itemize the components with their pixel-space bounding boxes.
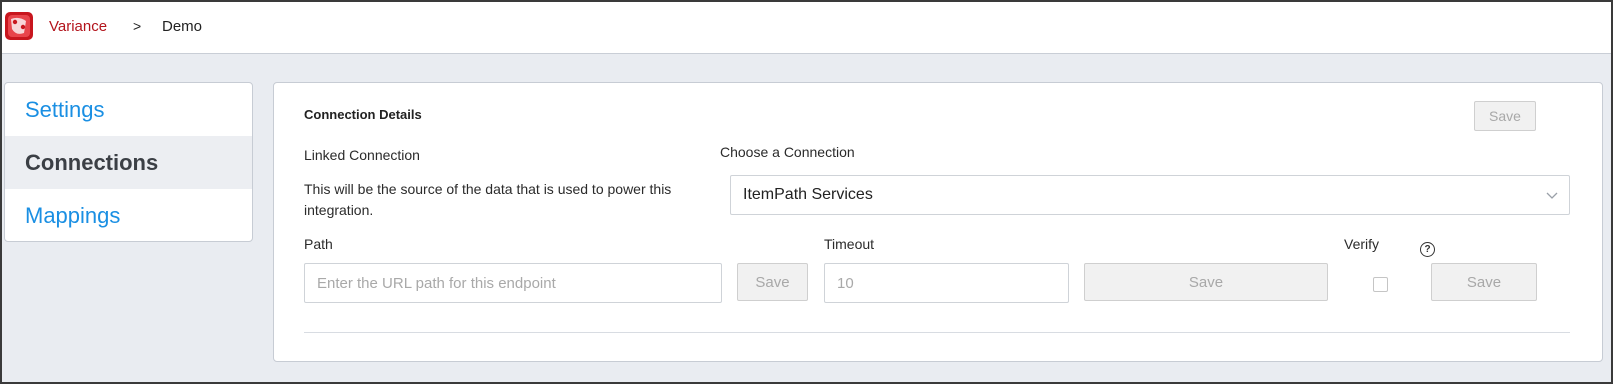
verify-save-button[interactable]: Save: [1431, 263, 1537, 301]
top-bar: Variance > Demo: [0, 0, 1613, 54]
sidebar-item-mappings[interactable]: Mappings: [5, 189, 252, 241]
path-save-button[interactable]: Save: [737, 263, 808, 301]
breadcrumb-current: Demo: [162, 18, 203, 35]
timeout-label: Timeout: [824, 236, 875, 252]
timeout-save-button[interactable]: Save: [1084, 263, 1328, 301]
chevron-down-icon: [1546, 192, 1558, 199]
connection-select[interactable]: ItemPath Services: [730, 175, 1570, 215]
top-save-button[interactable]: Save: [1474, 101, 1536, 131]
connection-details-panel: Connection Details Save Linked Connectio…: [273, 82, 1603, 362]
path-input[interactable]: Enter the URL path for this endpoint: [304, 263, 722, 303]
question-circle-icon[interactable]: ?: [1420, 242, 1435, 257]
sidebar-item-connections[interactable]: Connections: [5, 136, 252, 189]
app-logo-icon[interactable]: [4, 11, 34, 41]
linked-connection-label: Linked Connection: [304, 147, 420, 163]
sidebar-nav: Settings Connections Mappings: [4, 82, 253, 242]
sidebar-item-settings[interactable]: Settings: [5, 83, 252, 136]
panel-divider: [304, 332, 1570, 333]
breadcrumb-root-link[interactable]: Variance: [49, 18, 107, 35]
verify-label: Verify: [1344, 236, 1380, 252]
breadcrumb-separator: >: [133, 18, 142, 34]
choose-connection-label: Choose a Connection: [720, 144, 855, 160]
path-label: Path: [304, 236, 333, 252]
panel-title: Connection Details: [304, 107, 422, 122]
timeout-input[interactable]: 10: [824, 263, 1069, 303]
verify-checkbox[interactable]: [1373, 277, 1388, 292]
linked-connection-description: This will be the source of the data that…: [304, 181, 672, 218]
connection-select-value: ItemPath Services: [743, 186, 873, 203]
